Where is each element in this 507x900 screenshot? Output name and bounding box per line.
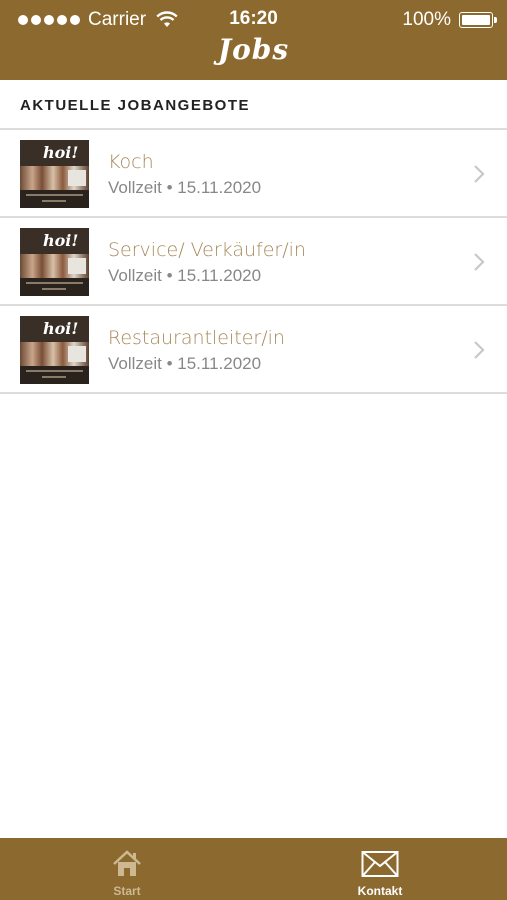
job-list: hoi! Koch Vollzeit • 15.11.2020 hoi! Ser…	[0, 130, 507, 394]
thumbnail-logo: hoi!	[43, 231, 79, 250]
job-title: Koch	[108, 151, 154, 173]
page-title: Jobs	[217, 33, 290, 66]
tab-label: Start	[113, 884, 141, 898]
tab-kontakt[interactable]: Kontakt	[310, 838, 450, 900]
tab-start[interactable]: Start	[57, 838, 197, 900]
job-title: Service/ Verkäufer/in	[108, 239, 306, 261]
job-subtitle: Vollzeit • 15.11.2020	[108, 354, 262, 373]
envelope-icon	[361, 851, 399, 877]
job-thumbnail: hoi!	[20, 140, 89, 208]
chevron-right-icon	[474, 253, 485, 271]
battery-percentage: 100%	[402, 9, 451, 30]
job-subtitle: Vollzeit • 15.11.2020	[108, 266, 262, 285]
job-row-koch[interactable]: hoi! Koch Vollzeit • 15.11.2020	[0, 130, 507, 218]
home-icon	[113, 850, 141, 876]
chevron-right-icon	[474, 341, 485, 359]
chevron-right-icon	[474, 165, 485, 183]
app-header: Carrier 16:20 100% Jobs	[0, 0, 507, 80]
section-header: AKTUELLE JOBANGEBOTE	[0, 80, 507, 130]
thumbnail-logo: hoi!	[43, 143, 79, 162]
tab-bar: Start Kontakt	[0, 838, 507, 900]
job-row-service[interactable]: hoi! Service/ Verkäufer/in Vollzeit • 15…	[0, 218, 507, 306]
section-title: AKTUELLE JOBANGEBOTE	[20, 97, 251, 114]
job-subtitle: Vollzeit • 15.11.2020	[108, 178, 262, 197]
job-title: Restaurantleiter/in	[108, 327, 285, 349]
battery-icon	[459, 12, 497, 28]
job-thumbnail: hoi!	[20, 228, 89, 296]
job-row-restaurantleiter[interactable]: hoi! Restaurantleiter/in Vollzeit • 15.1…	[0, 306, 507, 394]
status-right: 100%	[402, 9, 497, 31]
tab-label: Kontakt	[357, 884, 403, 898]
thumbnail-logo: hoi!	[43, 319, 79, 338]
job-thumbnail: hoi!	[20, 316, 89, 384]
